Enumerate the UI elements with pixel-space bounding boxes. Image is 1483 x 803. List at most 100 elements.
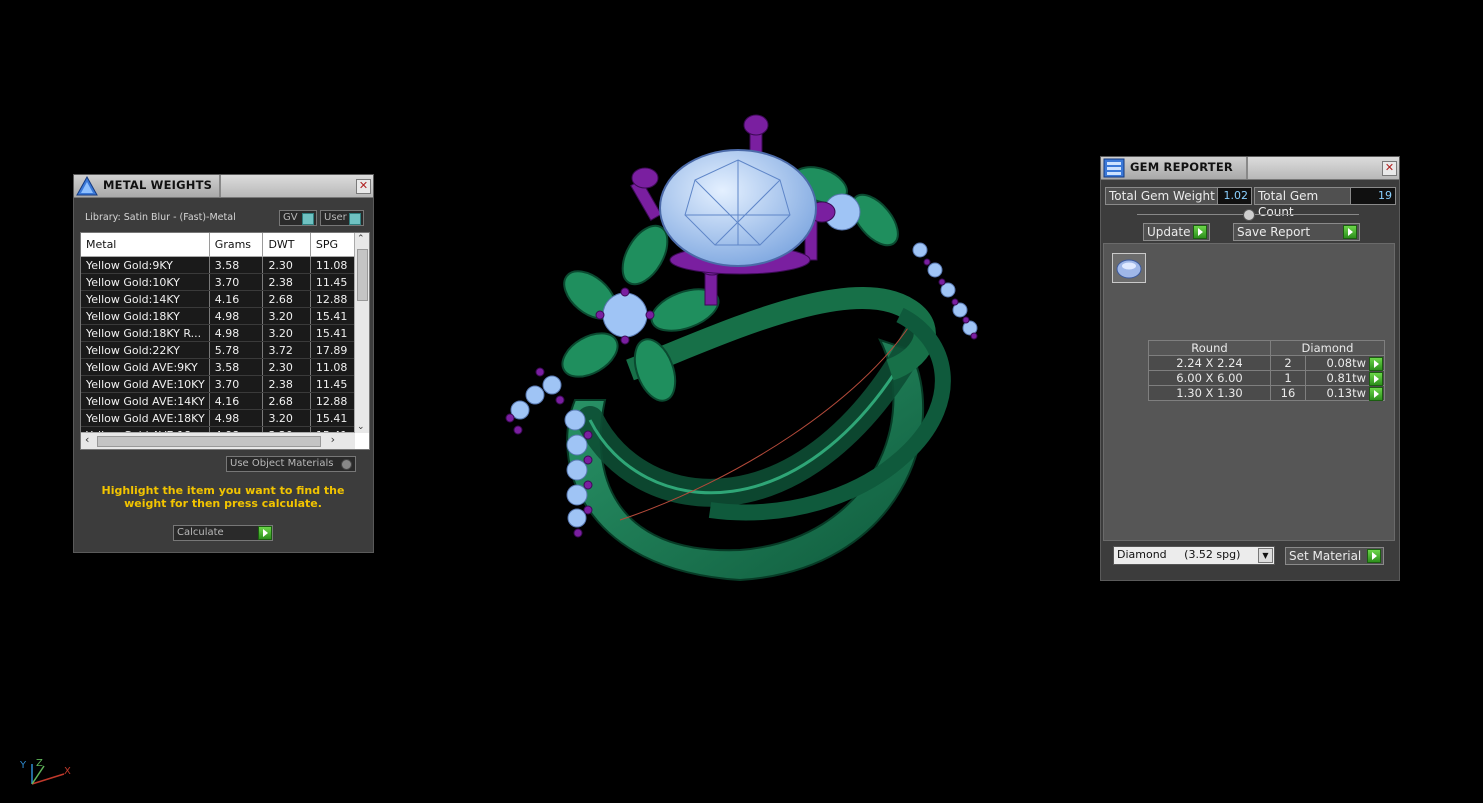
gv-toggle[interactable]: GV [279,210,317,226]
column-header-spg[interactable]: SPG [310,233,356,257]
column-header-metal[interactable]: Metal [81,233,210,257]
gem-table[interactable]: Round Diamond 2.24 X 2.24 2 0.08tw 6.00 … [1148,340,1385,401]
column-header-grams[interactable]: Grams [209,233,264,257]
spg-cell: 11.45 [310,273,356,291]
grams-cell: 4.98 [209,324,264,342]
scroll-down-icon[interactable]: ⌄ [357,422,365,432]
update-button[interactable]: Update [1143,223,1210,241]
metal-cell: Yellow Gold:22KY [81,341,210,359]
metal-cell: Yellow Gold AVE:10KY [81,375,210,393]
close-icon[interactable]: ✕ [1382,161,1397,176]
material-select[interactable]: Diamond (3.52 spg) ▼ [1113,546,1275,565]
metal-table[interactable]: Metal Grams DWT SPG Yellow Gold:9KY 3.58 2… [80,232,370,450]
toggle-indicator [302,213,314,225]
gem-weight-value: 0.08tw [1326,356,1366,370]
gem-material-header: Diamond [1270,340,1385,356]
splitter-handle[interactable] [1137,209,1359,221]
grams-cell: 4.98 [209,409,264,427]
scroll-right-icon[interactable]: › [331,433,335,446]
metal-cell: Yellow Gold:14KY [81,290,210,308]
gem-reporter-app-icon [1103,158,1125,178]
table-row[interactable]: Yellow Gold AVE:9KY 3.58 2.30 11.08 [81,358,356,376]
dwt-cell: 3.20 [262,307,311,325]
dwt-cell: 3.20 [262,409,311,427]
material-select-value: Diamond (3.52 spg) [1117,548,1241,561]
dwt-cell: 2.38 [262,375,311,393]
table-row[interactable]: 2.24 X 2.24 2 0.08tw [1148,355,1385,371]
dwt-cell: 3.72 [262,341,311,359]
close-icon[interactable]: ✕ [356,179,371,194]
toggle-indicator [349,213,361,225]
play-arrow-icon [1367,549,1381,563]
vertical-scrollbar[interactable]: ⌃ ⌄ [354,233,369,433]
metal-cell: Yellow Gold AVE:9KY [81,358,210,376]
axis-gizmo-icon: Y Z X [18,758,78,790]
gem-report-area[interactable]: Round Diamond 2.24 X 2.24 2 0.08tw 6.00 … [1103,243,1395,541]
update-label: Update [1147,225,1191,239]
set-material-button[interactable]: Set Material [1285,547,1384,565]
column-header-dwt[interactable]: DWT [262,233,311,257]
total-gem-weight-value: 1.02 [1217,187,1252,205]
table-row[interactable]: 1.30 X 1.30 16 0.13tw [1148,385,1385,401]
gem-weight-cell: 0.81tw [1305,370,1385,386]
play-arrow-icon[interactable] [1369,387,1383,401]
scrollbar-thumb[interactable] [357,249,368,301]
gem-shape-header: Round [1148,340,1271,356]
metal-weights-titlebar[interactable]: METAL WEIGHTS ✕ [74,175,373,198]
horizontal-scrollbar[interactable]: ‹ › [81,432,355,449]
round-gem-icon[interactable] [1112,253,1146,283]
metal-weights-app-icon [76,176,98,196]
table-row[interactable]: Yellow Gold:22KY 5.78 3.72 17.89 [81,341,356,359]
table-row[interactable]: Yellow Gold AVE:18KY 4.98 3.20 15.41 [81,409,356,427]
grams-cell: 4.16 [209,392,264,410]
dwt-cell: 3.20 [262,324,311,342]
dwt-cell: 2.68 [262,392,311,410]
scroll-left-icon[interactable]: ‹ [85,433,89,446]
dropdown-arrow-icon[interactable]: ▼ [1258,548,1273,563]
grams-cell: 3.58 [209,358,264,376]
table-row[interactable]: Yellow Gold AVE:14KY 4.16 2.68 12.88 [81,392,356,410]
spg-cell: 15.41 [310,324,356,342]
axis-z-label: Z [36,758,43,769]
calculate-button[interactable]: Calculate [173,525,273,541]
metal-weights-title: METAL WEIGHTS [103,178,213,192]
user-toggle[interactable]: User [320,210,364,226]
use-object-materials-toggle[interactable]: Use Object Materials [226,456,356,472]
grams-cell: 4.16 [209,290,264,308]
ring-center-stone [659,149,817,267]
gem-size-cell: 2.24 X 2.24 [1148,355,1271,371]
play-arrow-icon [258,526,272,540]
metal-table-header: Metal Grams DWT SPG [81,233,356,257]
gem-weight-value: 0.13tw [1326,386,1366,400]
table-row[interactable]: Yellow Gold:18KY R... 4.98 3.20 15.41 [81,324,356,342]
scrollbar-thumb[interactable] [97,436,321,447]
metal-weights-panel: METAL WEIGHTS ✕ Library: Satin Blur - (F… [73,174,374,553]
play-arrow-icon[interactable] [1369,357,1383,371]
table-row[interactable]: Yellow Gold:10KY 3.70 2.38 11.45 [81,273,356,291]
metal-cell: Yellow Gold:18KY R... [81,324,210,342]
spg-cell: 11.08 [310,358,356,376]
splitter-knob[interactable] [1243,209,1255,221]
play-arrow-icon [1343,225,1357,239]
spg-cell: 12.88 [310,290,356,308]
ring-3d-model[interactable] [480,100,1000,600]
play-arrow-icon[interactable] [1369,372,1383,386]
grams-cell: 4.98 [209,307,264,325]
gem-reporter-titlebar[interactable]: GEM REPORTER ✕ [1101,157,1399,180]
table-row[interactable]: 6.00 X 6.00 1 0.81tw [1148,370,1385,386]
gem-reporter-title-tab: GEM REPORTER [1101,157,1248,179]
table-row[interactable]: Yellow Gold AVE:10KY 3.70 2.38 11.45 [81,375,356,393]
dwt-cell: 2.30 [262,256,311,274]
save-report-button[interactable]: Save Report [1233,223,1360,241]
table-row[interactable]: Yellow Gold:14KY 4.16 2.68 12.88 [81,290,356,308]
grams-cell: 5.78 [209,341,264,359]
instructions-text: Highlight the item you want to find the … [101,484,345,510]
round-gem-image [1116,259,1142,279]
scroll-up-icon[interactable]: ⌃ [357,234,365,244]
save-report-label: Save Report [1237,225,1311,239]
table-row[interactable]: Yellow Gold:18KY 4.98 3.20 15.41 [81,307,356,325]
metal-cell: Yellow Gold AVE:14KY [81,392,210,410]
metal-cell: Yellow Gold AVE:18KY [81,409,210,427]
dwt-cell: 2.30 [262,358,311,376]
table-row[interactable]: Yellow Gold:9KY 3.58 2.30 11.08 [81,256,356,274]
